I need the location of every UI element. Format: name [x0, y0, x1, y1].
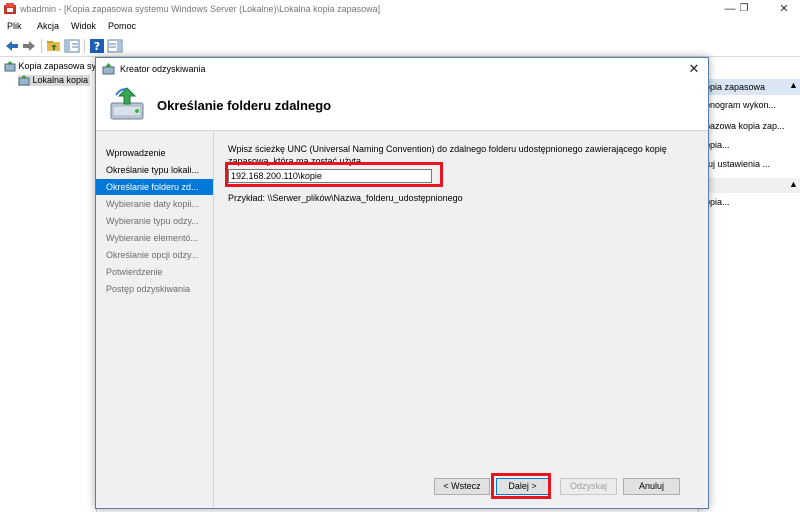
title-bar: wbadmin - [Kopia zapasowa systemu Window…	[0, 0, 800, 19]
toolbar: ?	[0, 36, 800, 57]
actions-section-header: ▲	[699, 178, 800, 193]
step-okreslanie-folderu-zdalnego: Określanie folderu zd...	[96, 179, 213, 195]
maximize-button[interactable]: ❐	[730, 0, 758, 19]
menu-pomoc[interactable]: Pomoc	[108, 21, 136, 31]
step-postep-odzyskiwania: Postęp odzyskiwania	[106, 284, 191, 294]
wbadmin-app-icon	[4, 3, 16, 14]
collapse-arrow-icon[interactable]: ▲	[789, 179, 798, 189]
step-wybieranie-typu-odzyskiwania: Wybieranie typu odzy...	[106, 216, 199, 226]
dialog-header: Określanie folderu zdalnego	[96, 80, 708, 131]
close-button[interactable]: ✕	[770, 0, 798, 19]
dialog-title: Kreator odzyskiwania	[120, 64, 206, 74]
example-text: Przykład: \\Serwer_plików\Nazwa_folderu_…	[228, 193, 463, 203]
path-input-highlight	[225, 162, 443, 187]
dialog-title-bar: Kreator odzyskiwania ✕	[96, 58, 708, 80]
svg-text:?: ?	[94, 40, 100, 53]
tree-item-root-label: Kopia zapasowa sy	[18, 61, 97, 71]
step-wybieranie-daty-kopii: Wybieranie daty kopii...	[106, 199, 199, 209]
wizard-app-icon	[102, 63, 115, 75]
wizard-content: Wpisz ścieżkę UNC (Universal Naming Conv…	[214, 131, 708, 508]
step-potwierdzenie: Potwierdzenie	[106, 267, 163, 277]
actions-header-label: opia zapasowa	[705, 82, 766, 92]
forward-arrow-icon[interactable]	[21, 38, 37, 54]
wizard-steps: Wprowadzenie Określanie typu lokali... O…	[96, 131, 214, 508]
dialog-close-button[interactable]: ✕	[680, 58, 708, 80]
action-item[interactable]: pazowa kopia zap...	[705, 121, 785, 131]
recover-button: Odzyskaj	[560, 478, 617, 495]
recovery-wizard-dialog: Kreator odzyskiwania ✕ Określanie folder…	[95, 57, 709, 509]
window-title: wbadmin - [Kopia zapasowa systemu Window…	[20, 4, 381, 14]
tree-item-local-backup-label: Lokalna kopia	[32, 75, 89, 85]
actions-pane: opia zapasowa ▲ onogram wykon... pazowa …	[698, 57, 800, 512]
backup-icon	[4, 61, 16, 72]
tree-item-root[interactable]: Kopia zapasowa sy	[4, 61, 96, 72]
actions-header: opia zapasowa ▲	[699, 79, 800, 95]
back-button[interactable]: < Wstecz	[434, 478, 490, 495]
collapse-arrow-icon[interactable]: ▲	[789, 80, 798, 90]
tree-item-local-backup[interactable]: Lokalna kopia	[18, 75, 91, 87]
menu-widok[interactable]: Widok	[71, 21, 96, 31]
show-hide-tree-icon[interactable]	[64, 38, 80, 54]
folder-up-icon[interactable]	[46, 38, 62, 54]
back-arrow-icon[interactable]	[4, 38, 20, 54]
console-tree: Kopia zapasowa sy Lokalna kopia	[0, 57, 97, 512]
help-icon[interactable]: ?	[89, 38, 105, 54]
step-wprowadzenie: Wprowadzenie	[106, 148, 166, 158]
recovery-drive-icon	[110, 87, 144, 120]
step-wybieranie-elementow: Wybieranie elementó...	[106, 233, 198, 243]
toolbar-separator	[84, 39, 85, 53]
menu-akcja[interactable]: Akcja	[37, 21, 59, 31]
step-okreslanie-typu-lokalizacji: Określanie typu lokali...	[106, 165, 200, 175]
next-button-highlight	[491, 473, 551, 499]
action-item[interactable]: onogram wykon...	[705, 100, 776, 110]
toolbar-separator	[41, 39, 42, 53]
step-okreslanie-opcji-odzyskiwania: Określanie opcji odzy...	[106, 250, 199, 260]
menu-plik[interactable]: Plik	[7, 21, 22, 31]
show-hide-action-pane-icon[interactable]	[107, 38, 123, 54]
menu-bar: Plik Akcja Widok Pomoc	[0, 19, 800, 35]
cancel-button[interactable]: Anuluj	[623, 478, 680, 495]
action-item[interactable]: ruj ustawienia ...	[705, 159, 770, 169]
dialog-header-title: Określanie folderu zdalnego	[157, 98, 332, 113]
local-backup-icon	[18, 75, 30, 86]
